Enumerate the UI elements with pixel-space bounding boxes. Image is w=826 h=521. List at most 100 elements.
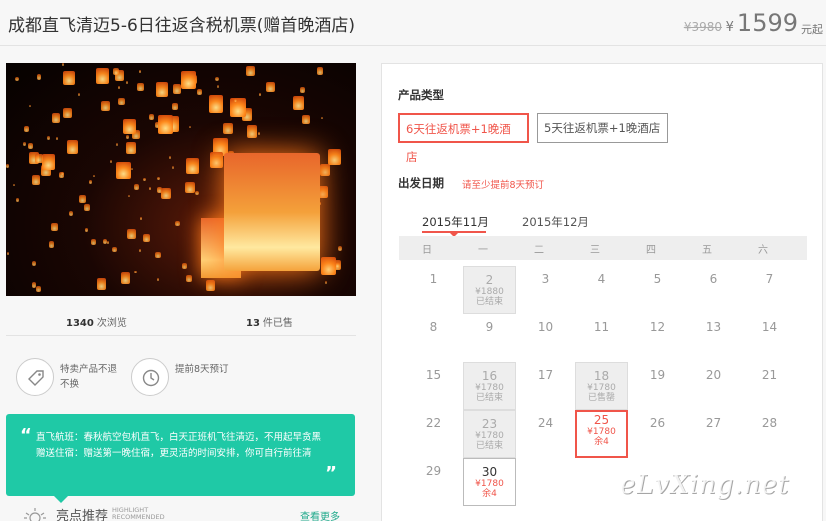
lantern	[63, 71, 75, 86]
view-more-link[interactable]: 查看更多	[300, 508, 340, 521]
lantern	[171, 102, 179, 111]
tab-nov-2015[interactable]: 2015年11月	[422, 214, 489, 230]
lantern	[168, 156, 171, 159]
lantern	[209, 151, 224, 169]
lantern	[41, 154, 55, 171]
day-number: 22	[425, 416, 442, 430]
watermark: eLvXing.net	[620, 470, 790, 500]
day-number: 20	[705, 368, 722, 382]
lantern	[155, 251, 161, 259]
day-number: 12	[649, 320, 666, 334]
lantern	[223, 123, 233, 135]
feature-advance-booking: 提前8天预订	[131, 358, 229, 400]
lantern	[195, 190, 199, 195]
day-status: 余4	[594, 437, 609, 447]
highlight-en: HIGHLIGHT RECOMMENDED	[112, 506, 165, 521]
calendar-day: 26	[631, 410, 684, 458]
lantern	[125, 141, 136, 155]
lantern	[116, 161, 132, 180]
day-number: 29	[425, 464, 442, 478]
weekday-label: 一	[478, 245, 488, 256]
lantern	[35, 153, 43, 163]
lantern	[157, 115, 174, 135]
calendar-day: 19	[631, 362, 684, 410]
tab-dec-2015[interactable]: 2015年12月	[522, 214, 589, 230]
day-number: 10	[537, 320, 554, 334]
lantern	[118, 97, 125, 105]
calendar-day[interactable]: 25 ¥1780 余4	[575, 410, 628, 458]
day-price: ¥1780	[475, 479, 504, 489]
price-value: 1599	[736, 9, 798, 37]
day-number: 1	[429, 272, 438, 286]
day-price: ¥1780	[587, 427, 616, 437]
lantern	[292, 95, 305, 110]
lantern	[266, 81, 276, 93]
lantern	[61, 63, 65, 66]
open-quote: “	[20, 425, 32, 446]
weekday-label: 四	[646, 245, 656, 256]
lantern	[117, 85, 120, 89]
day-price: ¥1780	[475, 431, 504, 441]
day-status: 已售罄	[587, 393, 615, 403]
lantern	[32, 175, 41, 185]
lantern	[93, 174, 96, 178]
calendar-day: 4	[575, 266, 628, 314]
product-option-6day[interactable]: 6天往返机票+1晚酒店	[398, 113, 529, 164]
day-price: ¥1780	[475, 383, 504, 393]
calendar-day: 15	[407, 362, 460, 410]
lantern	[84, 227, 89, 233]
feature-no-refund: 特卖产品不退不换	[16, 358, 117, 400]
lantern	[196, 88, 203, 96]
lantern	[23, 125, 30, 133]
page-title: 成都直飞清迈5-6日往返含税机票(赠首晚酒店)	[8, 16, 356, 36]
lantern	[321, 256, 337, 275]
view-count: 1340 次浏览	[66, 318, 127, 329]
product-option-5day[interactable]: 5天往返机票+1晚酒店	[537, 113, 668, 143]
product-photo[interactable]	[6, 63, 356, 296]
calendar-day: 22	[407, 410, 460, 458]
lantern	[113, 67, 119, 75]
lantern	[91, 238, 97, 245]
lantern	[61, 172, 64, 175]
day-number: 17	[537, 368, 554, 382]
lantern	[157, 278, 160, 281]
clock-icon	[131, 358, 169, 396]
day-number: 26	[649, 416, 666, 430]
lantern	[320, 164, 331, 177]
lantern	[125, 81, 128, 84]
day-number: 27	[705, 416, 722, 430]
lantern	[131, 168, 134, 171]
lantern	[136, 82, 144, 92]
day-number: 18	[593, 369, 610, 383]
lantern	[185, 157, 200, 175]
day-number: 15	[425, 368, 442, 382]
lantern	[300, 87, 306, 94]
lantern-large	[224, 153, 320, 271]
day-status: 已结束	[475, 297, 503, 307]
lantern	[13, 183, 16, 187]
lantern	[134, 270, 137, 274]
booking-card: 产品类型 6天往返机票+1晚酒店 5天往返机票+1晚酒店 出发日期 请至少提前8…	[381, 63, 823, 521]
day-number: 7	[765, 272, 774, 286]
calendar-day: 16 ¥1780 已结束	[463, 362, 516, 410]
lantern	[15, 76, 19, 81]
promo-line-2: 赠送住宿：赠送第一晚住宿，更灵活的时间安排，你可自行前往清	[36, 448, 312, 459]
calendar-day: 13	[687, 314, 740, 362]
day-number: 4	[597, 272, 606, 286]
lantern	[123, 118, 137, 135]
lantern	[142, 233, 150, 243]
calendar-day: 1	[407, 266, 460, 314]
lantern	[180, 70, 196, 89]
lantern	[6, 164, 10, 169]
highlight-section: 亮点推荐 HIGHLIGHT RECOMMENDED 查看更多	[6, 505, 356, 521]
calendar-day[interactable]: 30 ¥1780 余4	[463, 458, 516, 506]
calendar-day: 10	[519, 314, 572, 362]
lantern	[316, 67, 324, 76]
lantern	[181, 263, 187, 270]
lantern	[188, 125, 191, 129]
lantern	[101, 101, 110, 112]
lantern	[36, 73, 42, 80]
product-type-label: 产品类型	[398, 88, 444, 102]
sold-count: 13 件已售	[246, 318, 293, 329]
lantern	[138, 70, 142, 74]
